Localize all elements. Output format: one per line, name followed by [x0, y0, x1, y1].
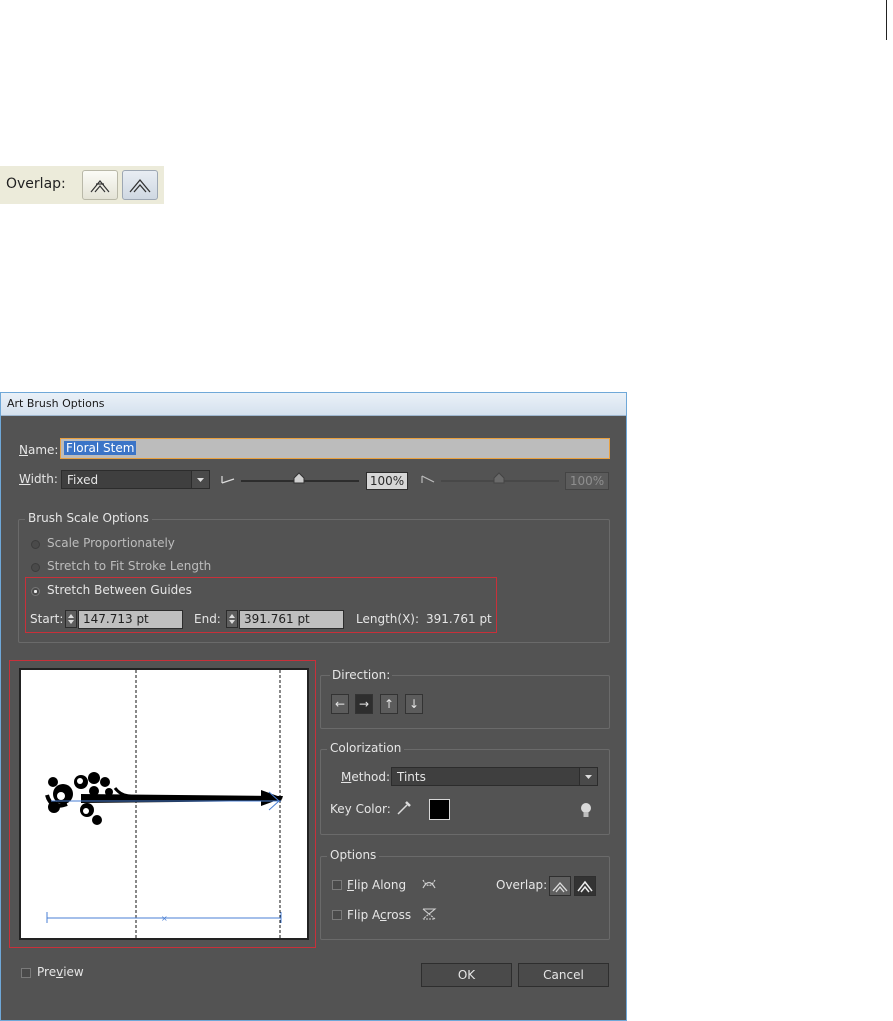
stretch-to-fit-label: Stretch to Fit Stroke Length	[47, 559, 212, 573]
colorization-group: Colorization	[320, 741, 610, 835]
direction-right-button[interactable]: →	[355, 694, 373, 714]
overlap-label: Overlap:	[496, 878, 548, 892]
name-label: Name:	[19, 443, 59, 457]
start-field[interactable]: 147.713 pt	[78, 610, 183, 629]
eyedropper-icon[interactable]	[395, 799, 413, 817]
width-slider-thumb-1[interactable]	[293, 472, 305, 484]
width-max-icon	[421, 475, 435, 483]
overlap-no-adjust-button[interactable]	[574, 876, 596, 896]
width-select[interactable]: Fixed	[61, 470, 210, 489]
options-title: Options	[327, 848, 380, 862]
flip-along-checkbox[interactable]	[332, 880, 342, 890]
end-label: End:	[194, 612, 221, 626]
overlap-no-adjust-button[interactable]	[122, 170, 158, 200]
lightbulb-tips-icon[interactable]	[579, 802, 593, 820]
width-label: Width:	[19, 472, 58, 486]
scale-proportionately-radio[interactable]	[31, 540, 40, 549]
stretch-between-guides-radio[interactable]	[31, 587, 40, 596]
width-min-icon	[221, 476, 235, 484]
width-select-value: Fixed	[67, 473, 99, 487]
options-group: Options	[320, 848, 610, 940]
length-value: 391.761 pt	[426, 612, 492, 626]
method-label: Method:	[341, 770, 391, 784]
key-color-label: Key Color:	[330, 802, 391, 816]
overlap-adjust-button[interactable]	[549, 876, 571, 896]
overlap-adjust-corners-button[interactable]	[82, 170, 118, 200]
chevron-down-icon	[191, 471, 209, 488]
name-field-value: Floral Stem	[64, 441, 137, 455]
name-field[interactable]: Floral Stem	[60, 438, 610, 459]
method-select-value: Tints	[397, 770, 426, 784]
start-label: Start:	[30, 612, 64, 626]
flip-across-checkbox[interactable]	[332, 910, 342, 920]
method-select[interactable]: Tints	[391, 767, 598, 786]
direction-left-button[interactable]: ←	[331, 694, 349, 714]
text-cursor-line	[886, 0, 887, 40]
overlap-snippet: Overlap:	[0, 166, 164, 204]
art-brush-options-dialog: Art Brush Options Name: Floral Stem Widt…	[0, 392, 627, 1021]
length-label: Length(X):	[356, 612, 420, 626]
chevron-down-icon	[579, 768, 597, 785]
dialog-titlebar[interactable]: Art Brush Options	[1, 393, 626, 416]
preview-label: Preview	[37, 965, 84, 979]
overlap-buttons	[549, 876, 599, 896]
flip-along-label: Flip Along	[347, 878, 407, 892]
key-color-swatch[interactable]	[429, 799, 450, 820]
end-stepper[interactable]	[226, 610, 238, 628]
dialog-title: Art Brush Options	[7, 397, 105, 410]
overlap-adjust-icon	[90, 180, 110, 193]
direction-up-button[interactable]: ↑	[380, 694, 398, 714]
brush-scale-options-title: Brush Scale Options	[25, 511, 152, 525]
svg-text:×: ×	[161, 914, 168, 923]
flip-across-icon	[422, 908, 437, 920]
width-percent-field-2: 100%	[565, 472, 609, 490]
brush-preview-canvas[interactable]: ×	[19, 668, 309, 940]
direction-label: Direction:	[330, 668, 393, 682]
cancel-button[interactable]: Cancel	[518, 963, 609, 987]
floral-stem-icon	[45, 772, 283, 825]
stretch-between-guides-label: Stretch Between Guides	[47, 583, 192, 597]
flip-along-icon	[422, 879, 436, 889]
end-field[interactable]: 391.761 pt	[239, 610, 344, 629]
overlap-adjust-icon	[552, 882, 568, 893]
flip-across-label: Flip Across	[347, 908, 412, 922]
preview-checkbox[interactable]	[21, 968, 31, 978]
overlap-no-adjust-icon	[577, 880, 593, 893]
overlap-snippet-label: Overlap:	[6, 176, 66, 192]
ok-button[interactable]: OK	[421, 963, 512, 987]
brush-preview-art: ×	[45, 670, 283, 938]
colorization-title: Colorization	[327, 741, 405, 755]
direction-buttons: ← → ↑ ↓	[331, 694, 431, 714]
scale-proportionately-label: Scale Proportionately	[47, 536, 175, 550]
stretch-to-fit-radio[interactable]	[31, 563, 40, 572]
width-percent-field-1[interactable]: 100%	[366, 472, 408, 490]
start-stepper[interactable]	[65, 610, 77, 628]
width-slider-thumb-2	[493, 472, 505, 484]
direction-down-button[interactable]: ↓	[405, 694, 423, 714]
overlap-no-adjust-icon	[129, 178, 151, 193]
